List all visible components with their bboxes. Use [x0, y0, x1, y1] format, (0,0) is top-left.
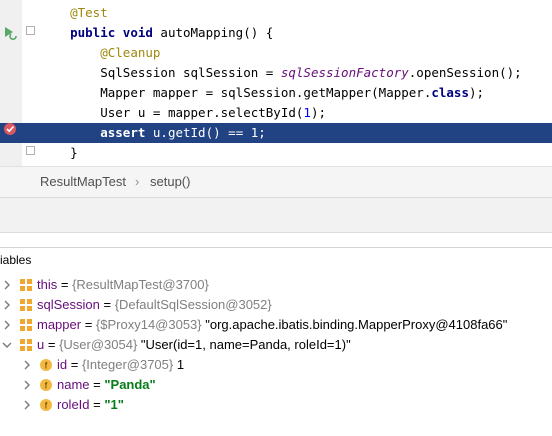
field-icon: f [40, 359, 52, 371]
variable-equals: = [89, 377, 105, 392]
chevron-right-icon[interactable] [2, 300, 12, 310]
variable-child-row[interactable]: f id = {Integer@3705} 1 [0, 355, 552, 375]
variable-value: "User(id=1, name=Panda, roleId=1)" [137, 337, 351, 352]
variable-value: 1 [173, 357, 185, 372]
code-token: } [70, 145, 78, 160]
breadcrumb-class[interactable]: ResultMapTest [40, 174, 126, 189]
code-token: ); [310, 105, 327, 120]
variable-type: {ResultMapTest@3700} [72, 277, 209, 292]
fold-marker[interactable] [26, 26, 35, 35]
code-token: Mapper mapper = sqlSession.getMapper(Map… [100, 85, 432, 100]
variable-name: roleId [57, 397, 90, 412]
code-token: @Cleanup [100, 45, 161, 60]
code-text: User u = mapper.selectById(1); [40, 103, 326, 123]
variable-row[interactable]: u = {User@3054} "User(id=1, name=Panda, … [0, 335, 552, 355]
chevron-right-icon[interactable] [22, 380, 32, 390]
code-line[interactable]: } [0, 143, 552, 163]
code-line[interactable]: public void autoMapping() { [0, 23, 552, 43]
variable-type: {Integer@3705} [81, 357, 174, 372]
code-line[interactable]: @Cleanup [0, 43, 552, 63]
code-token: assert [100, 125, 153, 140]
run-test-icon[interactable] [2, 24, 18, 40]
variable-string-value: "1" [104, 397, 124, 412]
code-text: Mapper mapper = sqlSession.getMapper(Map… [40, 83, 484, 103]
variable-name: sqlSession [37, 297, 100, 312]
variable-equals: = [44, 337, 60, 352]
variable-value: "org.apache.ibatis.binding.MapperProxy@4… [201, 317, 508, 332]
variable-text: mapper = {$Proxy14@3053} "org.apache.iba… [37, 315, 507, 335]
code-token: public void [70, 25, 161, 40]
code-token: ; [258, 125, 266, 140]
variable-string-value: "Panda" [104, 377, 156, 392]
variable-type: {DefaultSqlSession@3052} [114, 297, 272, 312]
variable-child-row[interactable]: f name = "Panda" [0, 375, 552, 395]
variable-name: mapper [37, 317, 82, 332]
variable-text: this = {ResultMapTest@3700} [37, 275, 209, 295]
object-icon [20, 279, 32, 291]
code-token: u.getId() == [152, 125, 251, 140]
variable-row[interactable]: mapper = {$Proxy14@3053} "org.apache.iba… [0, 315, 552, 335]
variable-text: id = {Integer@3705} 1 [57, 355, 184, 375]
variable-text: u = {User@3054} "User(id=1, name=Panda, … [37, 335, 351, 355]
code-line[interactable]: SqlSession sqlSession = sqlSessionFactor… [0, 63, 552, 83]
code-text: SqlSession sqlSession = sqlSessionFactor… [40, 63, 522, 83]
code-text: public void autoMapping() { [40, 23, 273, 43]
code-token: User u = mapper.selectById( [100, 105, 304, 120]
code-token: sqlSessionFactory [280, 65, 409, 80]
fold-marker[interactable] [26, 146, 35, 155]
variable-row[interactable]: sqlSession = {DefaultSqlSession@3052} [0, 295, 552, 315]
code-text: } [40, 143, 78, 163]
chevron-right-icon[interactable] [22, 400, 32, 410]
variable-text: name = "Panda" [57, 375, 156, 395]
variable-type: {User@3054} [59, 337, 138, 352]
breadcrumb-separator: › [135, 174, 140, 189]
code-line[interactable]: @Test [0, 3, 552, 23]
field-icon: f [40, 379, 52, 391]
code-text: assert u.getId() == 1; [40, 123, 266, 143]
variable-equals: = [67, 357, 82, 372]
variable-name: name [57, 377, 90, 392]
code-text: @Test [40, 3, 108, 23]
variable-type: {$Proxy14@3053} [95, 317, 202, 332]
code-token: 1 [303, 105, 311, 120]
chevron-down-icon[interactable] [2, 340, 12, 350]
field-icon: f [40, 399, 52, 411]
code-editor[interactable]: @Test public void autoMapping() { @Clean… [0, 0, 552, 166]
code-token: autoMapping() { [160, 25, 274, 40]
variables-tree[interactable]: this = {ResultMapTest@3700} sqlSession = … [0, 273, 552, 436]
code-token: SqlSession sqlSession = [100, 65, 281, 80]
breakpoint-icon[interactable] [3, 122, 17, 136]
variable-text: roleId = "1" [57, 395, 124, 415]
breadcrumb: ResultMapTest › setup() [0, 166, 552, 197]
code-line[interactable]: User u = mapper.selectById(1); [0, 103, 552, 123]
chevron-right-icon[interactable] [2, 280, 12, 290]
code-token: class [431, 85, 469, 100]
chevron-right-icon[interactable] [2, 320, 12, 330]
code-token: ); [469, 85, 485, 100]
code-line-current[interactable]: assert u.getId() == 1; [0, 123, 552, 143]
breadcrumb-method[interactable]: setup() [150, 174, 190, 189]
variable-name: this [37, 277, 58, 292]
variable-name: id [57, 357, 68, 372]
variables-panel-header: riables [0, 247, 552, 274]
code-token: @Test [70, 5, 108, 20]
variable-equals: = [89, 397, 105, 412]
object-icon [20, 339, 32, 351]
variables-panel-title: riables [0, 253, 32, 267]
variable-row[interactable]: this = {ResultMapTest@3700} [0, 275, 552, 295]
object-icon [20, 319, 32, 331]
object-icon [20, 299, 32, 311]
variable-equals: = [81, 317, 96, 332]
code-text: @Cleanup [40, 43, 160, 63]
debug-toolbar [0, 197, 552, 233]
chevron-right-icon[interactable] [22, 360, 32, 370]
code-token: .openSession(); [408, 65, 522, 80]
variable-child-row[interactable]: f roleId = "1" [0, 395, 552, 415]
variable-equals: = [57, 277, 73, 292]
code-line[interactable]: Mapper mapper = sqlSession.getMapper(Map… [0, 83, 552, 103]
variable-equals: = [99, 297, 115, 312]
variable-text: sqlSession = {DefaultSqlSession@3052} [37, 295, 272, 315]
